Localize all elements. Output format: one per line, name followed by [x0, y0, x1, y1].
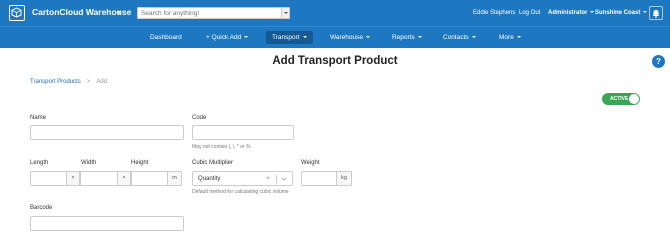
- active-toggle-label: ACTIVE: [610, 96, 629, 102]
- active-toggle[interactable]: ACTIVE: [602, 93, 640, 105]
- weight-label: Weight: [301, 160, 320, 166]
- chevron-down-icon[interactable]: [281, 176, 287, 182]
- name-label: Name: [30, 115, 47, 121]
- chevron-down-icon: [366, 36, 370, 39]
- height-label: Height: [131, 160, 149, 166]
- select-divider: [276, 175, 277, 183]
- nav-transport-label: Transport: [272, 34, 300, 41]
- name-input[interactable]: [30, 125, 184, 140]
- width-input[interactable]: [80, 171, 118, 186]
- brand-caret-icon[interactable]: [117, 11, 121, 14]
- bell-icon: [652, 10, 660, 18]
- location-dropdown[interactable]: Sunshine Coast: [595, 10, 648, 16]
- nav-quick-add-label: + Quick Add: [206, 34, 242, 41]
- cubic-multiplier-label: Cubic Multiplier: [192, 160, 234, 166]
- nav-warehouse-label: Warehouse: [330, 34, 363, 41]
- user-name-link[interactable]: Eddie Stephens: [473, 10, 515, 16]
- search-input[interactable]: [137, 7, 290, 19]
- cubic-multiplier-select[interactable]: Quantity ×: [192, 171, 293, 186]
- length-label: Length: [30, 160, 49, 166]
- nav-contacts-label: Contacts: [443, 34, 469, 41]
- nav-quick-add[interactable]: + Quick Add: [206, 34, 249, 41]
- nav-reports-label: Reports: [392, 34, 415, 41]
- nav-contacts[interactable]: Contacts: [443, 34, 476, 41]
- chevron-down-icon: [471, 36, 476, 39]
- nav-more[interactable]: More: [499, 34, 521, 41]
- breadcrumb-transport-products[interactable]: Transport Products: [30, 79, 81, 85]
- breadcrumb-current: Add: [96, 79, 108, 85]
- code-input[interactable]: [192, 125, 294, 140]
- length-input[interactable]: [30, 171, 67, 186]
- chevron-down-icon: [590, 11, 595, 14]
- toggle-knob: [629, 94, 639, 104]
- code-hint: May not contain |, \, * or %: [192, 144, 251, 150]
- code-label: Code: [192, 115, 207, 121]
- breadcrumb: Transport Products > Add: [30, 79, 107, 85]
- nav-dashboard[interactable]: Dashboard: [150, 34, 182, 41]
- chevron-down-icon: [417, 36, 422, 39]
- clear-icon[interactable]: ×: [266, 175, 270, 182]
- weight-input[interactable]: [301, 171, 337, 186]
- main-nav: Dashboard + Quick Add Transport Warehous…: [0, 26, 670, 48]
- cubic-multiplier-value: Quantity: [198, 176, 221, 182]
- breadcrumb-separator: >: [86, 79, 91, 85]
- unit-kg-addon: kg: [336, 171, 352, 186]
- barcode-label: Barcode: [30, 205, 53, 211]
- barcode-input[interactable]: [30, 216, 184, 231]
- cubic-multiplier-hint: Default method for calculating cubic vol…: [192, 189, 289, 195]
- height-input[interactable]: [131, 171, 168, 186]
- chevron-down-icon: [244, 36, 249, 39]
- times-icon: ×: [117, 171, 131, 186]
- help-question-icon[interactable]: ?: [652, 55, 665, 68]
- nav-transport[interactable]: Transport: [266, 31, 313, 44]
- unit-m-addon: m: [167, 171, 182, 186]
- role-dropdown[interactable]: Administrator: [548, 10, 595, 16]
- logout-link[interactable]: Log Out: [519, 10, 540, 16]
- top-bar: CartonCloud Warehouse Eddie Stephens Log…: [0, 0, 670, 26]
- nav-warehouse[interactable]: Warehouse: [330, 34, 370, 41]
- page-title: Add Transport Product: [272, 55, 398, 67]
- times-icon: ×: [66, 171, 80, 186]
- nav-reports[interactable]: Reports: [392, 34, 422, 41]
- chevron-down-icon: [643, 11, 648, 14]
- role-label: Administrator: [548, 10, 588, 16]
- width-label: Width: [81, 160, 97, 166]
- location-label: Sunshine Coast: [595, 10, 641, 16]
- search-dropdown-button[interactable]: [281, 8, 289, 18]
- nav-more-label: More: [499, 34, 514, 41]
- chevron-down-icon: [516, 36, 521, 39]
- notifications-button[interactable]: [649, 6, 663, 20]
- cube-logo-icon[interactable]: [9, 5, 25, 21]
- chevron-down-icon: [302, 36, 307, 39]
